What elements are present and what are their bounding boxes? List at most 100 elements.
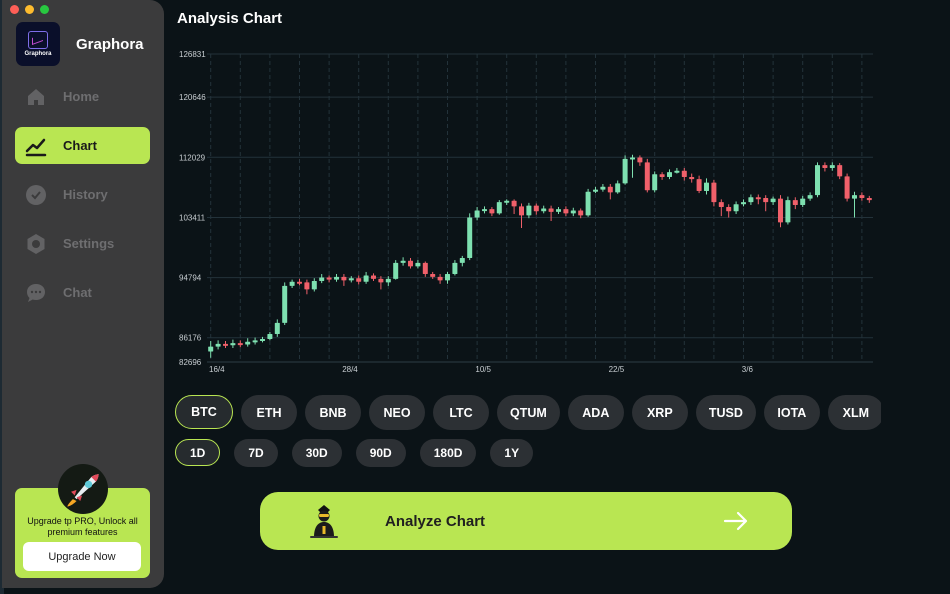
candle-body [356,278,362,282]
period-selector: 1D 7D 30D 90D 180D 1Y [175,439,534,467]
period-chip-90d[interactable]: 90D [355,439,406,467]
sidebar-item-label: Chart [63,138,97,153]
coin-selector: BTCETHBNBNEOLTCQTUMADAXRPTUSDIOTAXLMONT [175,395,881,432]
candle-body [570,210,576,214]
candle-body [311,281,317,290]
candle-body [348,278,354,281]
candle-body [585,191,591,216]
candle-body [563,209,569,214]
logo-text: Graphora [24,51,52,57]
analyze-chart-button[interactable]: Analyze Chart [260,492,792,550]
sidebar-nav: Home Chart History Settings Chat [15,78,150,323]
analyze-chart-label: Analyze Chart [385,512,486,530]
coin-chip-neo[interactable]: NEO [369,395,425,430]
sidebar-item-history[interactable]: History [15,176,150,213]
candle-body [526,205,532,216]
candle-body [711,182,717,203]
candle-body [852,195,857,199]
candle-body [859,195,865,198]
candle-body [385,278,391,283]
candle-body [474,210,480,218]
coin-chip-eth[interactable]: ETH [241,395,297,430]
candle-body [341,276,347,281]
candle-body [748,197,754,203]
sidebar-item-label: Home [63,89,100,104]
candle-body [541,208,547,212]
candle-body [704,182,709,191]
candle-body [267,334,273,339]
chat-icon [25,282,47,304]
candle-body [652,174,658,191]
candle-body [718,202,724,208]
coin-chip-iota[interactable]: IOTA [763,395,820,430]
sidebar-item-chat[interactable]: Chat [15,274,150,311]
sidebar-item-chart[interactable]: Chart [15,127,150,164]
sidebar-item-home[interactable]: Home [15,78,150,115]
candle-body [430,274,436,277]
candle-body [844,176,850,199]
candle-body [378,278,384,283]
candle-body [260,338,265,341]
candle-body [741,202,746,205]
coin-chip-btc[interactable]: BTC [175,395,233,429]
candle-body [607,186,613,193]
candle-body [689,177,695,180]
sidebar-item-settings[interactable]: Settings [15,225,150,262]
candle-body [371,275,376,279]
candle-body [245,341,251,345]
y-tick-label: 103411 [179,213,206,222]
candle-body [408,260,413,267]
candle-body [829,165,835,168]
candle-body [445,274,450,281]
candle-body [578,210,584,216]
minimize-window-button[interactable] [25,5,34,14]
candle-body [866,197,872,201]
robot-icon [310,505,338,538]
candle-body [363,275,369,282]
candle-body [755,197,761,200]
coin-chip-tusd[interactable]: TUSD [695,395,756,430]
candle-body [393,262,399,279]
candle-body [637,157,643,163]
y-tick-label: 120646 [179,93,206,102]
window-controls [10,5,49,14]
x-tick-label: 10/5 [475,365,491,374]
candle-body [482,209,487,212]
zoom-window-button[interactable] [40,5,49,14]
coin-chip-ada[interactable]: ADA [567,395,624,430]
candle-body [326,277,332,280]
period-chip-180d[interactable]: 180D [419,439,477,467]
close-window-button[interactable] [10,5,19,14]
candle-body [770,198,776,203]
candle-body [459,257,465,263]
x-tick-label: 3/6 [742,365,754,374]
candle-body [415,262,421,267]
candle-body [533,205,539,212]
candle-body [511,200,517,207]
period-chip-1d[interactable]: 1D [175,439,221,466]
candle-body [837,165,843,177]
period-chip-1y[interactable]: 1Y [490,439,534,467]
rocket-icon [58,464,108,514]
candle-body [800,198,806,205]
coin-chip-ltc[interactable]: LTC [433,395,489,430]
coin-chip-bnb[interactable]: BNB [305,395,361,430]
x-tick-label: 22/5 [609,365,625,374]
upgrade-now-button[interactable]: Upgrade Now [23,542,141,571]
x-tick-label: 28/4 [342,365,358,374]
period-chip-7d[interactable]: 7D [234,439,278,467]
candle-body [319,277,325,282]
period-chip-30d[interactable]: 30D [291,439,342,467]
coin-chip-qtum[interactable]: QTUM [497,395,560,430]
arrow-right-icon [723,511,748,531]
promo-text: Upgrade tp PRO, Unlock all premium featu… [27,516,138,537]
candlestick-chart[interactable]: 126831 120646 112029 103411 94794 86176 82696 1… [175,46,880,376]
y-tick-label: 82696 [179,358,202,367]
candle-body [622,158,628,184]
y-tick-label: 94794 [179,274,202,283]
candle-body [644,162,650,191]
coin-chip-xlm[interactable]: XLM [827,395,881,430]
coin-chip-xrp[interactable]: XRP [631,395,688,430]
candle-body [215,343,221,347]
chart-icon [25,135,47,157]
